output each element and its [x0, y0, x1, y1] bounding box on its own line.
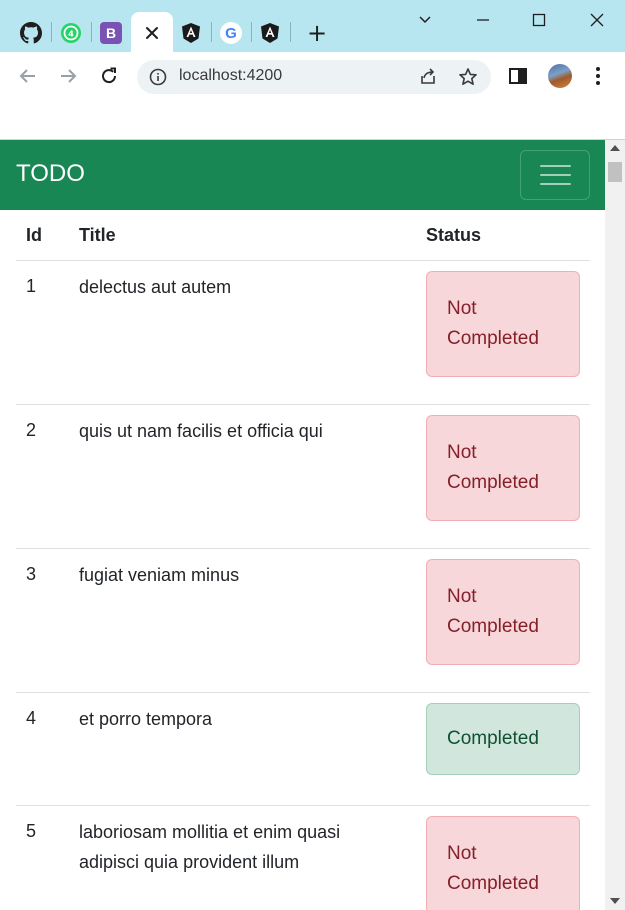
bootstrap-icon: B: [100, 22, 122, 44]
side-panel-button[interactable]: [506, 64, 530, 88]
maximize-icon: [532, 13, 546, 27]
new-tab-button[interactable]: +: [304, 20, 330, 46]
todo-id: 4: [26, 708, 37, 728]
tab-separator: [211, 22, 212, 42]
status-button[interactable]: Not Completed: [426, 816, 580, 910]
hamburger-icon-bar: [539, 165, 571, 167]
scrollbar-thumb[interactable]: [608, 162, 622, 182]
navbar-brand[interactable]: TODO: [16, 160, 85, 188]
minimize-icon: [477, 19, 489, 21]
whatsapp-icon: 4: [61, 23, 81, 43]
angular-icon: [261, 23, 279, 43]
table-row: 5 laboriosam mollitia et enim quasi adip…: [16, 806, 590, 910]
todo-id: 2: [26, 420, 37, 440]
reload-button[interactable]: [95, 62, 123, 90]
status-button[interactable]: Not Completed: [426, 415, 580, 521]
page-viewport: TODO Id Title Status 1 delectus aut aute…: [0, 140, 605, 910]
header-id: Id: [26, 225, 42, 245]
todo-id: 5: [26, 821, 37, 841]
more-vertical-icon: [596, 67, 600, 85]
scroll-down-icon[interactable]: [610, 898, 620, 904]
todo-table: Id Title Status 1 delectus aut autem Not…: [16, 210, 590, 910]
maximize-button[interactable]: [526, 8, 552, 32]
browser-tabstrip: 4 B G +: [0, 0, 625, 54]
tab-search-button[interactable]: [412, 8, 438, 32]
url-text[interactable]: localhost:4200: [179, 67, 282, 85]
profile-avatar[interactable]: [548, 64, 572, 88]
arrow-left-icon: [19, 69, 35, 83]
tab-angular[interactable]: [257, 20, 283, 46]
tab-separator: [251, 22, 252, 42]
tab-github[interactable]: [18, 20, 44, 46]
header-title: Title: [79, 225, 116, 245]
browser-menu-button[interactable]: [586, 64, 610, 88]
navbar-toggler-button[interactable]: [520, 150, 590, 200]
scroll-up-icon[interactable]: [610, 145, 620, 151]
page-scrollbar[interactable]: [605, 140, 625, 910]
address-bar[interactable]: localhost:4200: [137, 60, 491, 94]
google-icon: G: [220, 22, 242, 44]
close-window-button[interactable]: [584, 8, 610, 32]
todo-title: laboriosam mollitia et enim quasi adipis…: [79, 822, 341, 872]
todo-id: 1: [26, 276, 37, 296]
todo-title: quis ut nam facilis et officia qui: [79, 421, 323, 441]
todo-title: et porro tempora: [79, 709, 213, 729]
todo-title: delectus aut autem: [79, 277, 232, 297]
status-button[interactable]: Not Completed: [426, 559, 580, 665]
header-status: Status: [426, 225, 482, 245]
tab-separator: [91, 22, 92, 42]
todo-title: fugiat veniam minus: [79, 565, 240, 585]
arrow-right-icon: [61, 69, 77, 83]
table-row: 1 delectus aut autem Not Completed: [16, 261, 590, 405]
status-button[interactable]: Not Completed: [426, 271, 580, 377]
tab-separator: [51, 22, 52, 42]
info-icon[interactable]: [149, 68, 167, 86]
chevron-down-icon: [419, 16, 431, 24]
share-icon[interactable]: [418, 67, 438, 87]
forward-button[interactable]: [54, 62, 82, 90]
table-row: 3 fugiat veniam minus Not Completed: [16, 549, 590, 693]
todo-id: 3: [26, 564, 37, 584]
table-row: 2 quis ut nam facilis et officia qui Not…: [16, 405, 590, 549]
status-button[interactable]: Completed: [426, 703, 580, 775]
tab-google[interactable]: G: [218, 20, 244, 46]
back-button[interactable]: [14, 62, 42, 90]
hamburger-icon-bar: [539, 174, 571, 176]
close-icon[interactable]: [145, 26, 159, 40]
tab-bootstrap[interactable]: B: [98, 20, 124, 46]
tab-angular[interactable]: [178, 20, 204, 46]
tab-whatsapp[interactable]: 4: [58, 20, 84, 46]
navbar: TODO: [0, 140, 605, 210]
side-panel-icon: [509, 68, 527, 84]
minimize-button[interactable]: [470, 8, 496, 32]
github-icon: [20, 22, 42, 44]
svg-text:4: 4: [68, 30, 74, 39]
reload-icon: [102, 67, 117, 84]
table-row: 4 et porro tempora Completed: [16, 693, 590, 806]
hamburger-icon-bar: [539, 183, 571, 185]
close-icon: [590, 13, 604, 27]
bookmark-star-icon[interactable]: [458, 67, 478, 87]
angular-icon: [182, 23, 200, 43]
table-header: Id Title Status: [16, 210, 590, 261]
active-tab[interactable]: [131, 12, 173, 54]
tab-separator: [290, 22, 291, 42]
